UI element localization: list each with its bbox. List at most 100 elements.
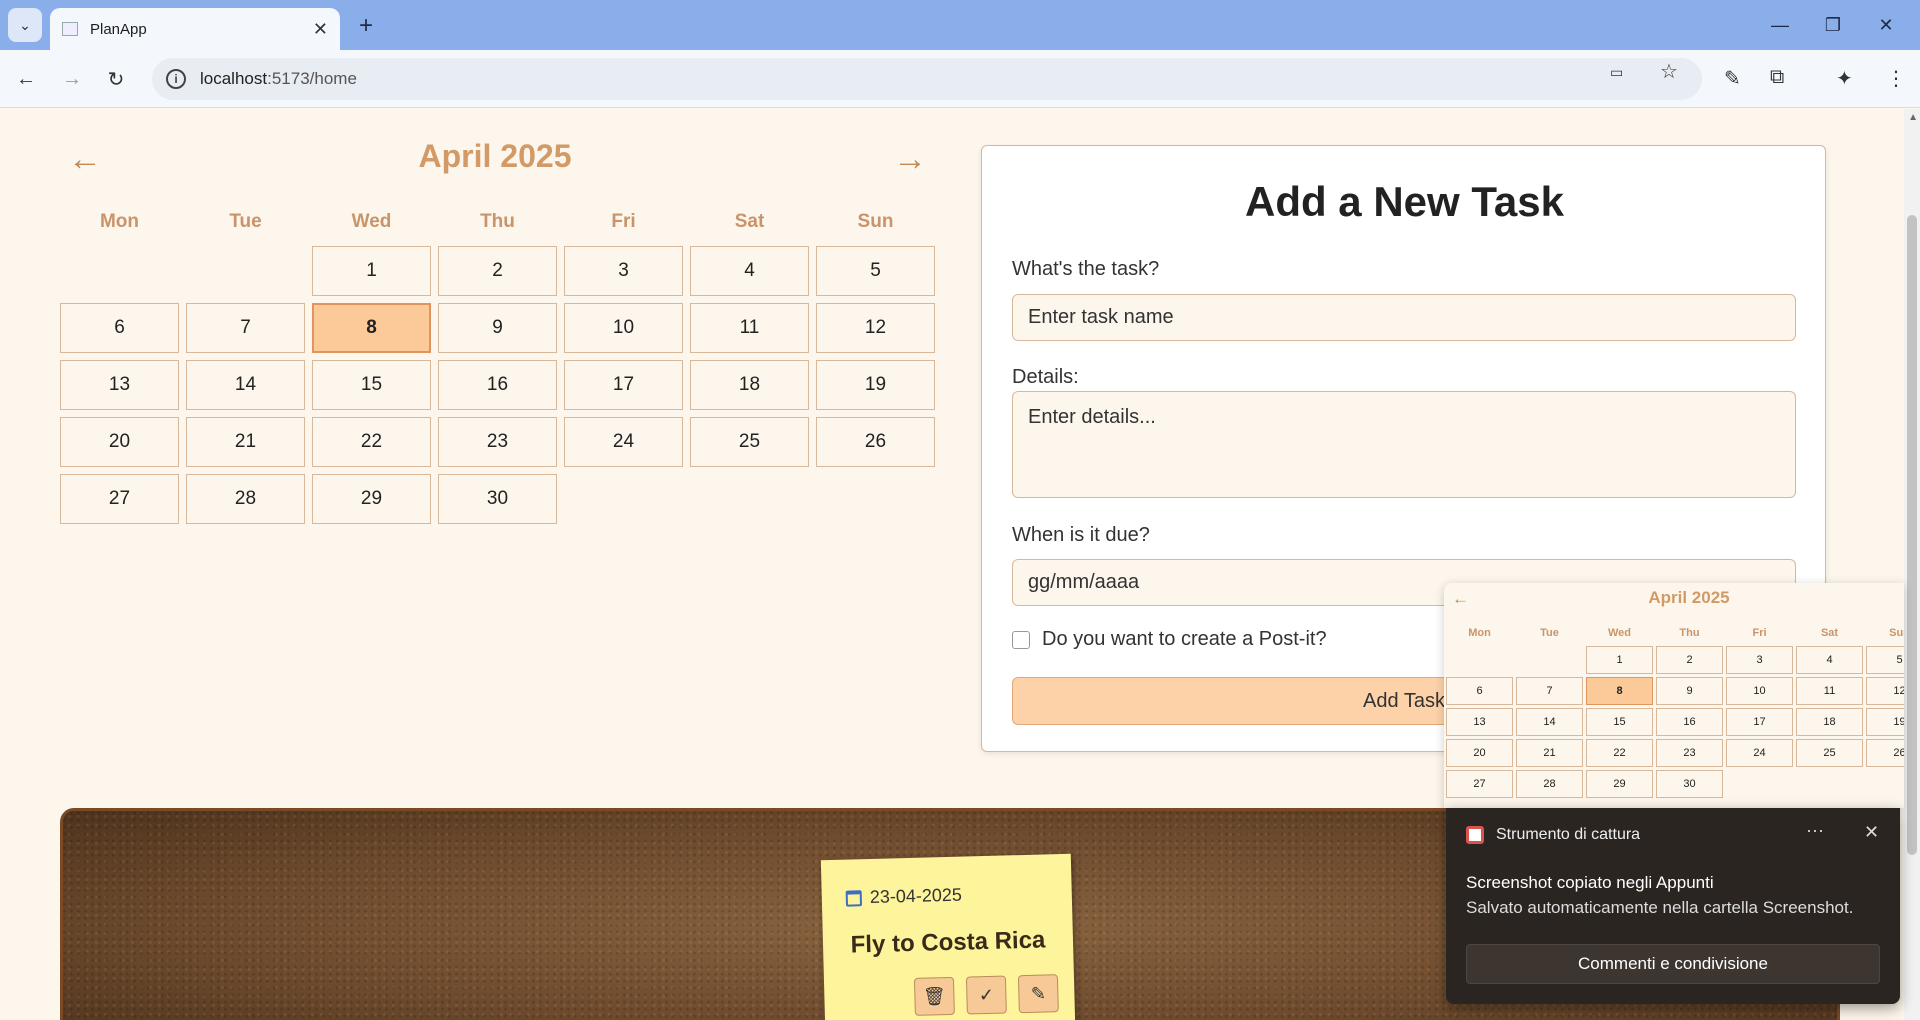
calendar-day[interactable]: 28 [186, 474, 305, 524]
picker-weekday: Mon [1468, 627, 1491, 639]
close-icon[interactable]: ✕ [1864, 822, 1879, 843]
calendar-day[interactable]: 8 [312, 303, 431, 353]
calendar-day[interactable]: 18 [690, 360, 809, 410]
trash-icon[interactable]: 🗑 [913, 976, 955, 1016]
picker-day[interactable]: 27 [1446, 770, 1513, 798]
picker-day[interactable]: 23 [1656, 739, 1723, 767]
close-window-button[interactable]: ✕ [1866, 10, 1906, 40]
profile-icon[interactable]: ✦ [1836, 66, 1853, 91]
picker-day[interactable]: 14 [1516, 708, 1583, 736]
picker-day[interactable]: 4 [1796, 646, 1863, 674]
calendar-day[interactable]: 3 [564, 246, 683, 296]
picker-day[interactable]: 30 [1656, 770, 1723, 798]
calendar-day[interactable]: 1 [312, 246, 431, 296]
forward-icon[interactable]: → [56, 63, 88, 95]
toast-app-name: Strumento di cattura [1496, 826, 1641, 843]
calendar-day[interactable]: 11 [690, 303, 809, 353]
reload-icon[interactable]: ↻ [100, 63, 132, 95]
calendar-day[interactable]: 15 [312, 360, 431, 410]
address-bar[interactable]: i localhost:5173/home [152, 58, 1702, 100]
picker-day[interactable]: 8 [1586, 677, 1653, 705]
calendar-day[interactable]: 25 [690, 417, 809, 467]
calendar-day[interactable]: 7 [186, 303, 305, 353]
picker-day[interactable]: 18 [1796, 708, 1863, 736]
calendar-day[interactable]: 6 [60, 303, 179, 353]
calendar-day[interactable]: 24 [564, 417, 683, 467]
picker-day[interactable]: 12 [1866, 677, 1904, 705]
picker-day[interactable]: 20 [1446, 739, 1513, 767]
calendar-day[interactable]: 9 [438, 303, 557, 353]
calendar-day[interactable]: 29 [312, 474, 431, 524]
picker-day[interactable]: 22 [1586, 739, 1653, 767]
calendar-day[interactable]: 12 [816, 303, 935, 353]
task-label: What's the task? [1012, 258, 1160, 280]
extensions-icon[interactable]: ⧉ [1770, 66, 1784, 89]
postit-checkbox[interactable] [1012, 631, 1030, 649]
browser-toolbar: ← → ↻ i localhost:5173/home ▭ ☆ ✎ ⧉ ✦ ⋮ [0, 50, 1920, 108]
picker-day[interactable]: 17 [1726, 708, 1793, 736]
calendar-day[interactable]: 4 [690, 246, 809, 296]
calendar-weekday: Wed [351, 211, 392, 232]
picker-day[interactable]: 29 [1586, 770, 1653, 798]
picker-day[interactable]: 19 [1866, 708, 1904, 736]
check-circle-icon[interactable]: ✓ [965, 975, 1007, 1015]
back-icon[interactable]: ← [10, 63, 42, 95]
picker-day[interactable]: 26 [1866, 739, 1904, 767]
calendar-day[interactable]: 26 [816, 417, 935, 467]
calendar-day[interactable]: 5 [816, 246, 935, 296]
calendar-day[interactable]: 21 [186, 417, 305, 467]
picker-day[interactable]: 11 [1796, 677, 1863, 705]
calendar-day[interactable]: 23 [438, 417, 557, 467]
details-textarea[interactable]: Enter details... [1012, 391, 1796, 498]
picker-day[interactable]: 21 [1516, 739, 1583, 767]
calendar-next-arrow[interactable]: → [893, 140, 927, 179]
calendar-prev-arrow[interactable]: ← [68, 140, 102, 179]
picker-day[interactable]: 1 [1586, 646, 1653, 674]
picker-day[interactable]: 16 [1656, 708, 1723, 736]
feedback-share-button[interactable]: Commenti e condivisione [1466, 944, 1880, 984]
postit-date-text: 23-04-2025 [869, 884, 963, 908]
postit-note[interactable]: 23-04-2025 Fly to Costa Rica 🗑 ✓ ✎ [820, 853, 1076, 1020]
calendar-day[interactable]: 17 [564, 360, 683, 410]
picker-day[interactable]: 5 [1866, 646, 1904, 674]
calendar-day[interactable]: 19 [816, 360, 935, 410]
calendar-day[interactable]: 13 [60, 360, 179, 410]
picker-day[interactable]: 7 [1516, 677, 1583, 705]
picker-day[interactable]: 10 [1726, 677, 1793, 705]
bookmark-star-icon[interactable]: ☆ [1660, 59, 1678, 84]
screen-cast-icon[interactable]: ▭ [1610, 64, 1623, 81]
task-name-input[interactable]: Enter task name [1012, 294, 1796, 341]
pen-icon[interactable]: ✎ [1724, 66, 1741, 91]
picker-day[interactable]: 6 [1446, 677, 1513, 705]
calendar-day[interactable]: 30 [438, 474, 557, 524]
calendar-day[interactable]: 14 [186, 360, 305, 410]
picker-day[interactable]: 15 [1586, 708, 1653, 736]
more-options-icon[interactable]: ··· [1806, 820, 1824, 841]
calendar-day[interactable]: 20 [60, 417, 179, 467]
picker-day[interactable]: 9 [1656, 677, 1723, 705]
picker-day[interactable]: 25 [1796, 739, 1863, 767]
picker-weekday: Tue [1540, 627, 1559, 639]
site-info-icon[interactable]: i [166, 69, 186, 89]
picker-day[interactable]: 24 [1726, 739, 1793, 767]
pencil-icon[interactable]: ✎ [1017, 974, 1059, 1014]
calendar-day[interactable]: 10 [564, 303, 683, 353]
calendar-day[interactable]: 22 [312, 417, 431, 467]
scroll-up-arrow[interactable]: ▲ [1908, 112, 1918, 123]
minimize-button[interactable]: — [1760, 10, 1800, 40]
picker-prev-arrow[interactable]: ← [1452, 589, 1469, 609]
tab-search-button[interactable]: ⌄ [8, 8, 42, 42]
new-tab-button[interactable]: + [352, 12, 380, 40]
menu-kebab-icon[interactable]: ⋮ [1886, 66, 1906, 91]
picker-day[interactable]: 28 [1516, 770, 1583, 798]
tab-close-icon[interactable]: ✕ [313, 19, 328, 40]
calendar-day[interactable]: 2 [438, 246, 557, 296]
picker-day[interactable]: 2 [1656, 646, 1723, 674]
calendar-day[interactable]: 16 [438, 360, 557, 410]
restore-button[interactable]: ❐ [1813, 10, 1853, 40]
scrollbar-thumb[interactable] [1907, 215, 1917, 855]
browser-tab[interactable]: PlanApp ✕ [50, 8, 340, 50]
calendar-day[interactable]: 27 [60, 474, 179, 524]
picker-day[interactable]: 13 [1446, 708, 1513, 736]
picker-day[interactable]: 3 [1726, 646, 1793, 674]
